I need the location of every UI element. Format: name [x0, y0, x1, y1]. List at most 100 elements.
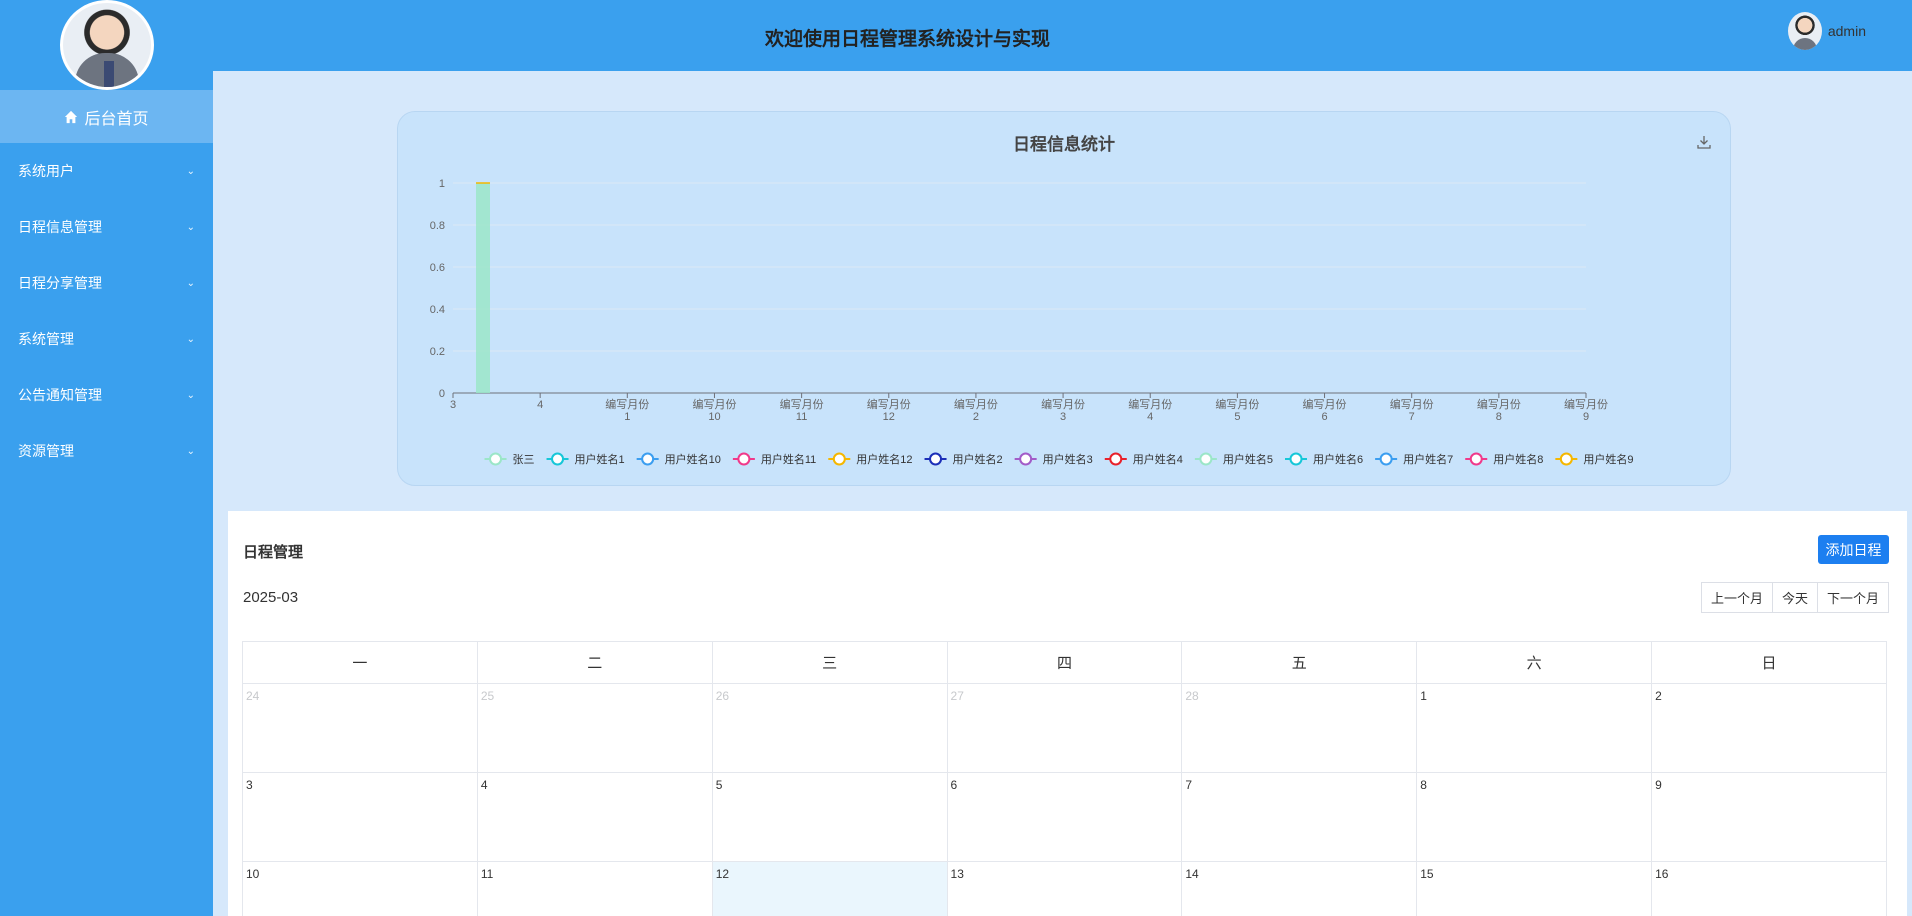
calendar-day-cell[interactable]: 7 [1181, 772, 1418, 862]
legend-label: 用户姓名9 [1583, 452, 1633, 466]
sidebar-item-label: 系统管理 [18, 331, 74, 347]
calendar-day-cell[interactable]: 3 [242, 772, 478, 862]
day-number: 2 [1655, 689, 1662, 703]
calendar-day-cell[interactable]: 6 [946, 772, 1183, 862]
sidebar-avatar-container [0, 0, 213, 90]
month-navigation: 上一个月 今天 下一个月 [1700, 582, 1889, 613]
sidebar-item-label: 资源管理 [18, 443, 74, 459]
calendar-day-cell[interactable]: 13 [946, 861, 1183, 916]
y-tick-label: 1 [439, 178, 445, 190]
sidebar-item-label: 日程分享管理 [18, 275, 102, 291]
calendar-day-cell[interactable]: 16 [1651, 861, 1887, 916]
calendar-day-cell[interactable]: 11 [476, 861, 713, 916]
day-number: 8 [1420, 778, 1427, 792]
x-tick-label: 编写月份 5 [1215, 397, 1259, 423]
day-number: 12 [715, 867, 730, 881]
calendar-day-cell[interactable]: 1 [1416, 683, 1653, 773]
calendar-day-cell[interactable]: 12 [711, 861, 948, 916]
chevron-down-icon: ⌄ [186, 221, 195, 233]
calendar-day-cell[interactable]: 26 [711, 683, 948, 773]
day-number: 28 [1185, 689, 1199, 703]
legend-marker [1019, 452, 1033, 466]
next-month-button[interactable]: 下一个月 [1816, 582, 1889, 613]
calendar-day-cell[interactable]: 2 [1651, 683, 1887, 773]
calendar-week-row: 3 4 5 6 7 8 9 [242, 772, 1887, 862]
calendar-day-cell[interactable]: 4 [476, 772, 713, 862]
legend-label: 用户姓名4 [1133, 452, 1183, 466]
x-tick-label: 编写月份 12 [867, 397, 911, 423]
calendar-grid: 一二三四五六日 24 25 26 27 28 1 2 3 4 5 6 7 8 9 10 11 12 13 14 15 1… [242, 641, 1887, 916]
day-number: 9 [1655, 778, 1662, 792]
day-number: 7 [1185, 778, 1193, 792]
sidebar-item-home[interactable]: 后台首页 [0, 90, 213, 143]
sidebar-item[interactable]: 公告通知管理 ⌄ [0, 367, 213, 423]
weekday-header: 六 [1416, 641, 1653, 684]
legend-marker [489, 452, 503, 466]
sidebar-item[interactable]: 日程分享管理 ⌄ [0, 255, 213, 311]
legend-marker [929, 452, 943, 466]
x-tick-label: 编写月份 1 [605, 397, 649, 423]
weekday-header: 二 [476, 641, 713, 684]
day-number: 26 [715, 689, 730, 703]
weekday-header: 四 [946, 641, 1183, 684]
calendar-day-cell[interactable]: 9 [1651, 772, 1887, 862]
day-number: 10 [246, 867, 260, 881]
schedule-panel: 日程管理 添加日程 2025-03 上一个月 今天 下一个月 一二三四五六日 2… [228, 511, 1907, 916]
legend-marker [737, 452, 751, 466]
chart-plot: 0 0.2 0.4 0.6 0.8 1 3 4 编写月份 1 编写月份 10 编写月份 11 编写月份 12 编… [430, 178, 1634, 466]
legend-label: 用户姓名6 [1313, 452, 1363, 466]
y-tick-label: 0.4 [430, 304, 445, 316]
x-tick-label: 4 [537, 399, 543, 411]
user-avatar[interactable] [1787, 12, 1822, 50]
sidebar-item-label: 日程信息管理 [18, 219, 102, 235]
calendar-day-cell[interactable]: 5 [711, 772, 948, 862]
sidebar-item[interactable]: 系统用户 ⌄ [0, 143, 213, 199]
day-number: 15 [1420, 867, 1434, 881]
x-tick-label: 编写月份 2 [954, 397, 998, 423]
legend-marker [1109, 452, 1123, 466]
panel-title: 日程管理 [243, 544, 304, 561]
weekday-header: 五 [1181, 641, 1418, 684]
x-tick-label: 3 [450, 399, 456, 411]
y-tick-label: 0 [439, 388, 445, 400]
add-schedule-button[interactable]: 添加日程 [1818, 535, 1889, 564]
calendar-day-cell[interactable]: 28 [1181, 683, 1418, 773]
day-number: 1 [1420, 689, 1427, 703]
home-icon [65, 110, 78, 123]
day-number: 25 [480, 689, 495, 703]
y-tick-label: 0.2 [430, 346, 445, 358]
y-tick-label: 0.6 [430, 262, 445, 274]
day-number: 4 [480, 778, 488, 792]
sidebar-item-label: 公告通知管理 [18, 387, 102, 403]
prev-month-button[interactable]: 上一个月 [1700, 582, 1773, 613]
legend-label: 用户姓名11 [761, 452, 816, 466]
calendar-day-cell[interactable]: 10 [242, 861, 478, 916]
legend-label: 用户姓名7 [1403, 452, 1453, 466]
sidebar-item[interactable]: 系统管理 ⌄ [0, 311, 213, 367]
today-button[interactable]: 今天 [1771, 582, 1818, 613]
legend-label: 张三 [513, 453, 535, 466]
chart-card: 日程信息统计 0 0.2 0.4 0.6 0.8 1 3 4 编写月份 1 编写月份 10 编写月份 11… [397, 111, 1731, 486]
username[interactable]: admin [1828, 23, 1866, 39]
legend-marker [1199, 452, 1213, 466]
sidebar: 后台首页 系统用户 ⌄ 日程信息管理 ⌄ 日程分享管理 ⌄ 系统管理 ⌄ 公告通知管理 ⌄ 资源管理… [0, 0, 213, 916]
avatar [59, 0, 154, 90]
calendar-day-cell[interactable]: 27 [946, 683, 1183, 773]
chevron-down-icon: ⌄ [186, 165, 195, 177]
day-number: 5 [715, 778, 723, 792]
legend-label: 用户姓名2 [953, 452, 1003, 466]
calendar-day-cell[interactable]: 14 [1181, 861, 1418, 916]
current-month-label: 2025-03 [243, 589, 299, 606]
calendar-day-cell[interactable]: 15 [1416, 861, 1653, 916]
chevron-down-icon: ⌄ [186, 277, 195, 289]
x-tick-label: 编写月份 7 [1390, 397, 1434, 423]
calendar-day-cell[interactable]: 24 [242, 683, 478, 773]
day-number: 13 [950, 867, 964, 881]
calendar-day-cell[interactable]: 8 [1416, 772, 1653, 862]
sidebar-item[interactable]: 资源管理 ⌄ [0, 423, 213, 479]
chevron-down-icon: ⌄ [186, 445, 195, 457]
calendar-day-cell[interactable]: 25 [476, 683, 713, 773]
weekday-header: 一 [242, 641, 478, 684]
user-menu[interactable]: admin [1787, 12, 1866, 50]
sidebar-item[interactable]: 日程信息管理 ⌄ [0, 199, 213, 255]
